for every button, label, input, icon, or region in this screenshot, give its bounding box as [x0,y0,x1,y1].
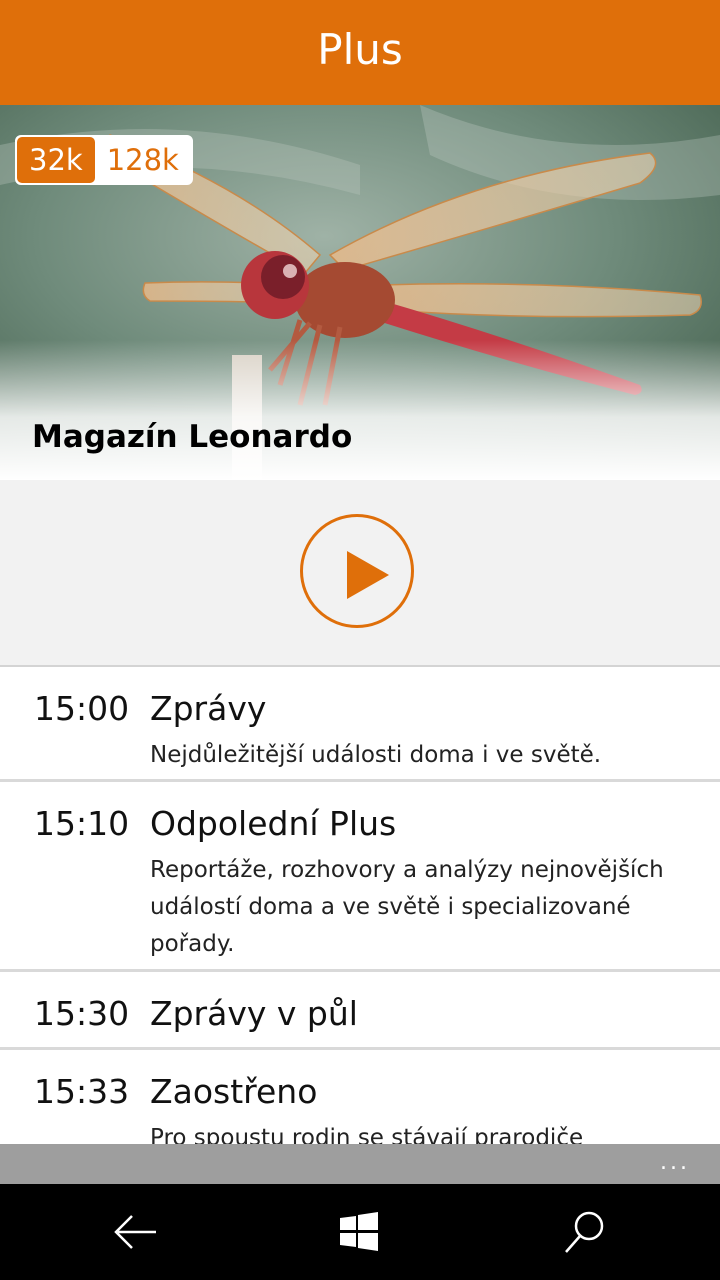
windows-logo-icon[interactable] [336,1208,384,1256]
hero-banner: 32k 128k Magazín Leonardo [0,105,720,480]
schedule-item[interactable]: 15:30 Zprávy v půl [0,972,720,1050]
more-options-button[interactable]: ... [660,1150,690,1175]
schedule-title: Zprávy v půl [150,994,358,1033]
schedule-time: 15:33 [34,1072,130,1111]
page-title: Plus [317,25,403,74]
play-button[interactable] [300,514,414,628]
screen: Plus 32k 128k Magazín Leonardo 15:00 Zpr… [0,0,720,1280]
schedule-item[interactable]: 15:00 Zprávy Nejdůležitější události dom… [0,667,720,782]
back-arrow-icon[interactable] [112,1208,160,1256]
schedule-time: 15:30 [34,994,130,1033]
search-icon[interactable] [560,1208,608,1256]
schedule-item[interactable]: 15:10 Odpolední Plus Reportáže, rozhovor… [0,782,720,972]
play-icon [347,551,389,599]
schedule-description: Nejdůležitější události doma i ve světě. [150,742,602,768]
schedule-title: Zaostřeno [150,1072,318,1111]
schedule-list: 15:00 Zprávy Nejdůležitější události dom… [0,667,720,1170]
bitrate-option-128k[interactable]: 128k [95,137,191,183]
schedule-time: 15:10 [34,804,130,843]
player-area [0,480,720,667]
schedule-time: 15:00 [34,689,130,728]
schedule-description: Reportáže, rozhovory a analýzy nejnovějš… [150,857,664,957]
system-nav-bar [0,1184,720,1280]
bitrate-option-32k[interactable]: 32k [17,137,95,183]
schedule-title: Zprávy [150,689,267,728]
app-header: Plus [0,0,720,105]
hero-gradient-overlay [0,340,720,480]
schedule-title: Odpolední Plus [150,804,397,843]
bitrate-selector[interactable]: 32k 128k [15,135,193,185]
show-title: Magazín Leonardo [32,419,353,455]
app-bar: ... [0,1144,720,1184]
